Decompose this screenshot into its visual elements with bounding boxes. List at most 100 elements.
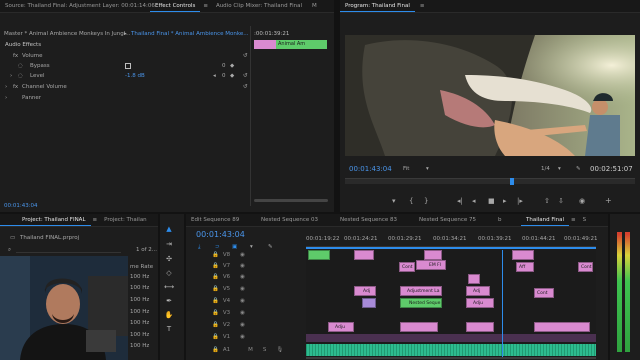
bypass-checkbox[interactable] (125, 63, 131, 69)
video-track-v1[interactable] (306, 334, 596, 342)
eye-icon[interactable]: ◉ (230, 322, 245, 328)
stopwatch-icon[interactable]: ◌ (18, 61, 23, 71)
go-to-in-icon[interactable]: } (424, 196, 428, 206)
timeline-clip[interactable] (512, 250, 534, 260)
timeline-clip[interactable]: Nested Seque (400, 298, 442, 308)
wrench-icon[interactable]: ✎ (576, 164, 581, 174)
fx-badge-icon[interactable]: fx (13, 82, 18, 92)
panner-label[interactable]: Panner (22, 93, 41, 103)
tab-b[interactable]: b (493, 214, 521, 226)
track-header-a1[interactable]: 🔒 A1 M S 🎙 (186, 343, 304, 357)
fit-dropdown[interactable]: Fit (403, 164, 409, 174)
timeline-timecode[interactable]: 00:01:43:04 (196, 229, 245, 241)
reset-icon[interactable]: ↺ (243, 71, 248, 81)
expand-panner-icon[interactable]: › (5, 93, 7, 103)
extract-icon[interactable]: ⇩ (558, 196, 564, 206)
program-scrub-bar[interactable] (345, 178, 635, 184)
frame-rate-column-header[interactable]: me Rate (130, 262, 153, 272)
timeline-clip[interactable]: Cont (578, 262, 593, 272)
timeline-scroll-thumb[interactable] (306, 357, 596, 359)
timeline-clip[interactable]: Adjustment La (400, 286, 442, 296)
razor-tool-icon[interactable]: ◇ (164, 268, 174, 278)
level-value[interactable]: -1.8 dB (125, 71, 145, 81)
chevron-down-icon[interactable]: ▾ (558, 164, 561, 174)
project-search-input[interactable] (16, 246, 121, 253)
panel-menu-icon[interactable]: ≡ (200, 0, 211, 12)
timeline-clip[interactable]: EM Fl (416, 260, 446, 270)
track-header-v3[interactable]: 🔒 V3 ◉ (186, 308, 304, 319)
resolution-dropdown[interactable]: 1/4 (541, 164, 550, 174)
keyframe-nav-icon[interactable]: ◆ (230, 61, 234, 71)
timeline-clip[interactable]: Adj (354, 286, 376, 296)
panel-menu-icon[interactable]: ≡ (569, 214, 578, 226)
eye-icon[interactable]: ◉ (230, 263, 245, 269)
type-tool-icon[interactable]: T (164, 324, 174, 334)
timeline-clip[interactable]: Cont (534, 288, 554, 298)
expand-level-icon[interactable]: › (10, 71, 12, 81)
ruler-work-area-bar[interactable] (306, 247, 596, 249)
chevron-down-icon[interactable]: ▾ (426, 164, 429, 174)
volume-effect-label[interactable]: Volume (22, 51, 42, 61)
stop-icon[interactable]: ◂ (472, 196, 476, 206)
timeline-ruler[interactable]: 00:01:19:22 00:01:24:21 00:01:29:21 00:0… (306, 233, 598, 247)
tab-thailand-final[interactable]: Thailand Final (521, 214, 570, 226)
microphone-icon[interactable]: 🎙 (266, 347, 283, 353)
track-header-v5[interactable]: 🔒 V5 ◉ (186, 284, 304, 295)
eye-icon[interactable]: ◉ (230, 310, 245, 316)
track-header-v6[interactable]: 🔒 V6 ◉ (186, 272, 304, 283)
tab-source[interactable]: Source: Thailand Final: Adjustment Layer… (0, 0, 155, 12)
panel-menu-icon[interactable]: ≡ (91, 214, 100, 226)
reset-icon[interactable]: ↺ (243, 51, 248, 61)
add-button-icon[interactable]: + (605, 196, 612, 206)
tab-metadata[interactable]: M (307, 0, 322, 12)
eye-icon[interactable]: ◉ (230, 274, 245, 280)
tab-project-thailand-final[interactable]: Project: Thailand FINAL (0, 214, 91, 226)
export-frame-icon[interactable]: ◉ (579, 196, 585, 206)
timeline-clip[interactable]: Cont (399, 262, 415, 272)
tab-project-thailan[interactable]: Project: Thailan (99, 214, 152, 226)
mark-in-icon[interactable]: ▾ (392, 196, 396, 206)
eye-icon[interactable]: ◉ (230, 252, 245, 258)
tab-nested-sequence-75[interactable]: Nested Sequence 75 (414, 214, 493, 226)
keyframe-add-icon[interactable]: ◆ (230, 71, 234, 81)
timeline-clip[interactable]: Adj (466, 286, 490, 296)
go-to-out-icon[interactable]: |▸ (517, 196, 523, 206)
program-playhead[interactable] (510, 178, 514, 185)
ec-timecode[interactable]: 00:01:43:04 (4, 201, 38, 211)
tab-edit-sequence-89[interactable]: Edit Sequence 89 (186, 214, 256, 226)
timeline-clip[interactable] (466, 322, 494, 332)
track-select-icon[interactable]: ⇥ (164, 239, 174, 249)
sequence-clip-label[interactable]: Thailand Final * Animal Ambience Monke..… (131, 29, 248, 39)
tab-effect-controls[interactable]: Effect Controls (150, 0, 201, 12)
timeline-clip[interactable]: Adju (328, 322, 354, 332)
track-header-v8[interactable]: 🔒 V8 ◉ (186, 250, 304, 261)
reset-icon[interactable]: ↺ (243, 82, 248, 92)
hand-tool-icon[interactable]: ✋ (164, 310, 174, 320)
eye-icon[interactable]: ◉ (230, 286, 245, 292)
channel-volume-label[interactable]: Channel Volume (22, 82, 67, 92)
timeline-clip[interactable] (354, 250, 374, 260)
selection-tool-icon[interactable]: ▲ (164, 224, 174, 234)
slip-tool-icon[interactable]: ⟷ (164, 282, 174, 292)
track-header-v4[interactable]: 🔒 V4 ◉ (186, 296, 304, 307)
timeline-clip[interactable]: Adju (466, 298, 494, 308)
solo-button[interactable]: S (253, 347, 267, 353)
timeline-clip[interactable] (424, 250, 442, 260)
tab-nested-sequence-83[interactable]: Nested Sequence 83 (335, 214, 414, 226)
track-header-v1[interactable]: 🔒 V1 ◉ (186, 332, 304, 343)
eye-icon[interactable]: ◉ (230, 298, 245, 304)
tab-nested-sequence-03[interactable]: Nested Sequence 03 (256, 214, 335, 226)
timeline-clip[interactable]: Aff (516, 262, 534, 272)
tab-s[interactable]: S (578, 214, 592, 226)
lift-icon[interactable]: ⇧ (544, 196, 550, 206)
tab-program[interactable]: Program: Thailand Final (340, 0, 415, 12)
track-header-v2[interactable]: 🔒 V2 ◉ (186, 320, 304, 331)
pen-tool-icon[interactable]: ✒ (164, 296, 174, 306)
tab-audio-clip-mixer[interactable]: Audio Clip Mixer: Thailand Final (211, 0, 307, 12)
master-clip-label[interactable]: Master * Animal Ambience Monkeys In Jung… (4, 29, 131, 39)
track-header-v7[interactable]: 🔒 V7 ◉ (186, 261, 304, 272)
timeline-clip[interactable] (534, 322, 590, 332)
expand-channel-icon[interactable]: › (5, 82, 7, 92)
mute-button[interactable]: M (230, 347, 253, 353)
ec-scrollbar[interactable] (254, 199, 328, 202)
